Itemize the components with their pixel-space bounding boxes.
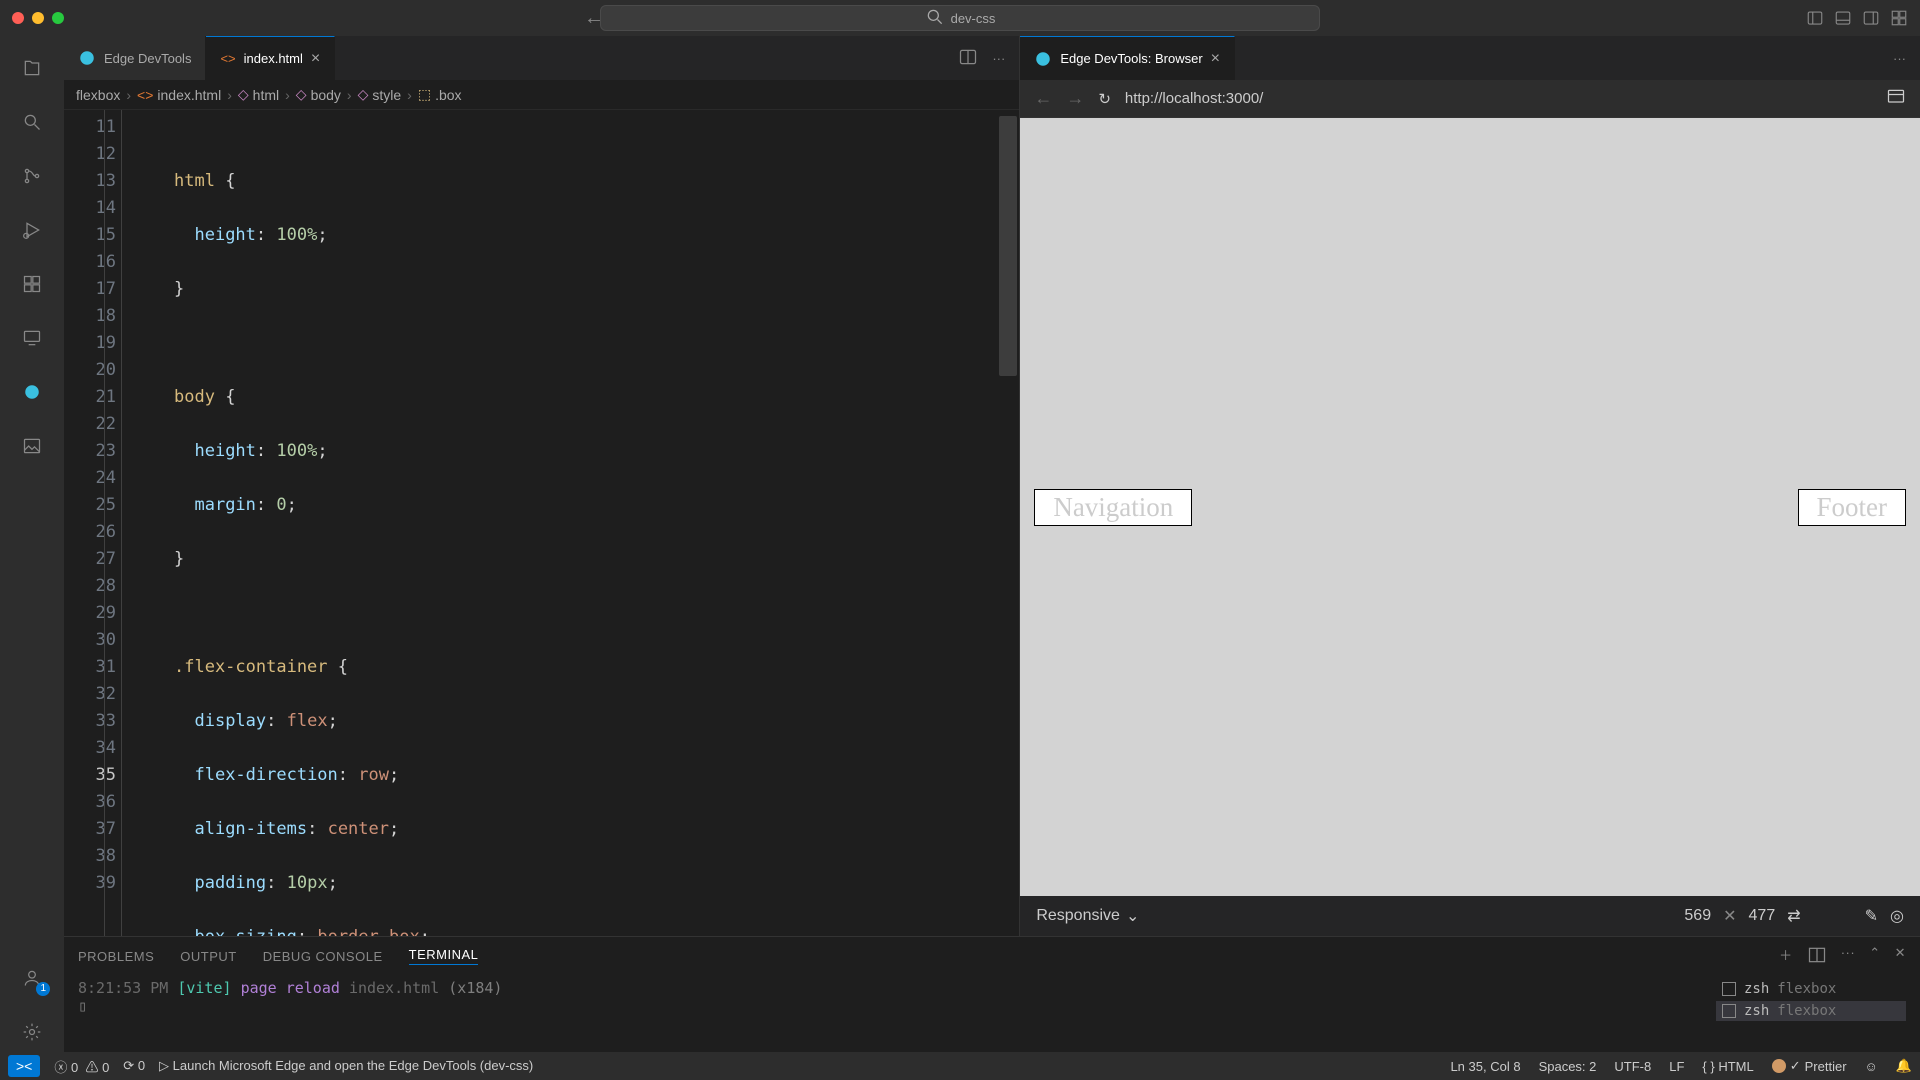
- breadcrumb-root: flexbox: [76, 87, 120, 103]
- preview-footer-box: Footer: [1798, 489, 1907, 526]
- edit-icon[interactable]: ✎: [1865, 906, 1878, 926]
- remote-indicator[interactable]: ><: [8, 1055, 40, 1077]
- browser-back-icon[interactable]: ←: [1034, 88, 1052, 109]
- panel-chevron-up-icon[interactable]: ⌃: [1869, 945, 1880, 968]
- bottom-panel: PROBLEMS OUTPUT DEBUG CONSOLE TERMINAL ＋…: [64, 936, 1920, 1052]
- remote-explorer-icon[interactable]: [12, 318, 52, 358]
- status-cursor-pos[interactable]: Ln 35, Col 8: [1450, 1059, 1520, 1074]
- device-mode-select[interactable]: Responsive ⌄: [1036, 906, 1139, 926]
- more-actions-icon[interactable]: ···: [1893, 51, 1906, 66]
- status-launch[interactable]: ▷ Launch Microsoft Edge and open the Edg…: [159, 1058, 533, 1074]
- preview-nav-box: Navigation: [1034, 489, 1192, 526]
- breadcrumb-box: ⬚.box: [418, 86, 462, 103]
- tab-index-html[interactable]: <> index.html ×: [206, 36, 335, 80]
- tab-label: index.html: [244, 51, 303, 66]
- panel-tab-terminal[interactable]: TERMINAL: [409, 947, 479, 965]
- edge-tools-icon[interactable]: [12, 372, 52, 412]
- terminal[interactable]: 8:21:53 PM [vite] page reload index.html…: [64, 975, 1920, 1052]
- command-center[interactable]: dev-css: [600, 5, 1320, 31]
- breadcrumb-style: ◇style: [358, 86, 402, 103]
- panel-tab-problems[interactable]: PROBLEMS: [78, 949, 154, 964]
- url-input[interactable]: [1125, 90, 1872, 107]
- panel-right-icon[interactable]: [1862, 9, 1880, 27]
- run-debug-icon[interactable]: [12, 210, 52, 250]
- settings-gear-icon[interactable]: [12, 1012, 52, 1052]
- editor-pane: Edge DevTools <> index.html × ··· flexbo…: [64, 36, 1020, 936]
- devtools-tab-bar: Edge DevTools: Browser × ···: [1020, 36, 1920, 80]
- tab-edge-devtools[interactable]: Edge DevTools: [64, 36, 206, 80]
- title-bar: ← → dev-css: [0, 0, 1920, 36]
- status-ports[interactable]: ⟳ 0: [123, 1058, 145, 1074]
- status-indent[interactable]: Spaces: 2: [1539, 1059, 1597, 1074]
- code-content[interactable]: html { height: 100%; } body { height: 10…: [126, 110, 1019, 936]
- status-encoding[interactable]: UTF-8: [1614, 1059, 1651, 1074]
- terminal-cursor: ▯: [78, 997, 1716, 1015]
- breadcrumb[interactable]: flexbox › <>index.html › ◇html › ◇body ›…: [64, 80, 1019, 110]
- terminal-icon: [1722, 1004, 1736, 1018]
- more-actions-icon[interactable]: ···: [992, 51, 1005, 66]
- viewport-height[interactable]: 477: [1749, 907, 1776, 925]
- window-controls: [12, 12, 64, 24]
- layout-customize-icon[interactable]: [1890, 9, 1908, 27]
- dimension-separator-icon: ✕: [1723, 906, 1736, 926]
- browser-toolbar: ← → ↻: [1020, 80, 1920, 118]
- terminal-item[interactable]: zsh flexbox: [1716, 1001, 1906, 1021]
- panel-tab-debug[interactable]: DEBUG CONSOLE: [263, 949, 383, 964]
- minimize-window-icon[interactable]: [32, 12, 44, 24]
- terminal-item[interactable]: zsh flexbox: [1716, 979, 1906, 999]
- breadcrumb-html: ◇html: [238, 86, 279, 103]
- split-editor-icon[interactable]: [958, 47, 978, 70]
- search-icon[interactable]: [12, 102, 52, 142]
- status-language[interactable]: { } HTML: [1702, 1059, 1753, 1074]
- accounts-icon[interactable]: 1: [12, 958, 52, 998]
- source-control-icon[interactable]: [12, 156, 52, 196]
- terminal-icon: [1722, 982, 1736, 996]
- kill-terminal-icon[interactable]: ···: [1841, 945, 1856, 968]
- breadcrumb-body: ◇body: [296, 86, 341, 103]
- split-terminal-icon[interactable]: [1807, 945, 1827, 968]
- status-bell-icon[interactable]: 🔔: [1896, 1058, 1912, 1074]
- activity-bar: 1: [0, 36, 64, 1052]
- tab-label: Edge DevTools: [104, 51, 191, 66]
- browser-preview[interactable]: Navigation Footer: [1020, 118, 1920, 896]
- close-window-icon[interactable]: [12, 12, 24, 24]
- image-preview-icon[interactable]: [12, 426, 52, 466]
- code-editor[interactable]: 1112131415161718192021222324252627282930…: [64, 110, 1019, 936]
- close-panel-icon[interactable]: ✕: [1895, 945, 1906, 968]
- maximize-window-icon[interactable]: [52, 12, 64, 24]
- reload-icon[interactable]: ↻: [1098, 90, 1111, 108]
- status-errors[interactable]: ⓧ 0 ⚠ 0: [54, 1057, 109, 1076]
- close-tab-icon[interactable]: ×: [311, 50, 320, 68]
- status-feedback-icon[interactable]: ☺: [1865, 1059, 1878, 1074]
- panel-left-icon[interactable]: [1806, 9, 1824, 27]
- status-prettier[interactable]: ✓ Prettier: [1772, 1058, 1847, 1074]
- extensions-icon[interactable]: [12, 264, 52, 304]
- inspect-icon[interactable]: ◎: [1890, 906, 1904, 926]
- terminal-list: zsh flexbox zsh flexbox: [1716, 979, 1906, 1048]
- html-file-icon: <>: [220, 51, 235, 66]
- panel-tab-output[interactable]: OUTPUT: [180, 949, 236, 964]
- devtools-pane: Edge DevTools: Browser × ··· ← → ↻: [1020, 36, 1920, 936]
- panel-tabs: PROBLEMS OUTPUT DEBUG CONSOLE TERMINAL ＋…: [64, 937, 1920, 975]
- command-center-label: dev-css: [951, 11, 996, 26]
- chevron-down-icon: ⌄: [1126, 906, 1139, 926]
- explorer-icon[interactable]: [12, 48, 52, 88]
- vertical-scrollbar[interactable]: [999, 116, 1017, 376]
- viewport-width[interactable]: 569: [1684, 907, 1711, 925]
- tab-edge-browser[interactable]: Edge DevTools: Browser ×: [1020, 36, 1235, 80]
- status-bar: >< ⓧ 0 ⚠ 0 ⟳ 0 ▷ Launch Microsoft Edge a…: [0, 1052, 1920, 1080]
- open-devtools-icon[interactable]: [1886, 87, 1906, 110]
- editor-tab-bar: Edge DevTools <> index.html × ···: [64, 36, 1019, 80]
- tab-label: Edge DevTools: Browser: [1060, 51, 1202, 66]
- search-icon: [925, 7, 945, 30]
- panel-bottom-icon[interactable]: [1834, 9, 1852, 27]
- line-gutter: 1112131415161718192021222324252627282930…: [64, 110, 126, 936]
- close-tab-icon[interactable]: ×: [1211, 50, 1220, 68]
- status-eol[interactable]: LF: [1669, 1059, 1684, 1074]
- rotate-icon[interactable]: ⇄: [1787, 906, 1800, 926]
- new-terminal-icon[interactable]: ＋: [1779, 945, 1793, 968]
- browser-forward-icon[interactable]: →: [1066, 88, 1084, 109]
- device-toolbar: Responsive ⌄ 569 ✕ 477 ⇄ ✎ ◎: [1020, 896, 1920, 936]
- breadcrumb-file: <>index.html: [137, 87, 221, 103]
